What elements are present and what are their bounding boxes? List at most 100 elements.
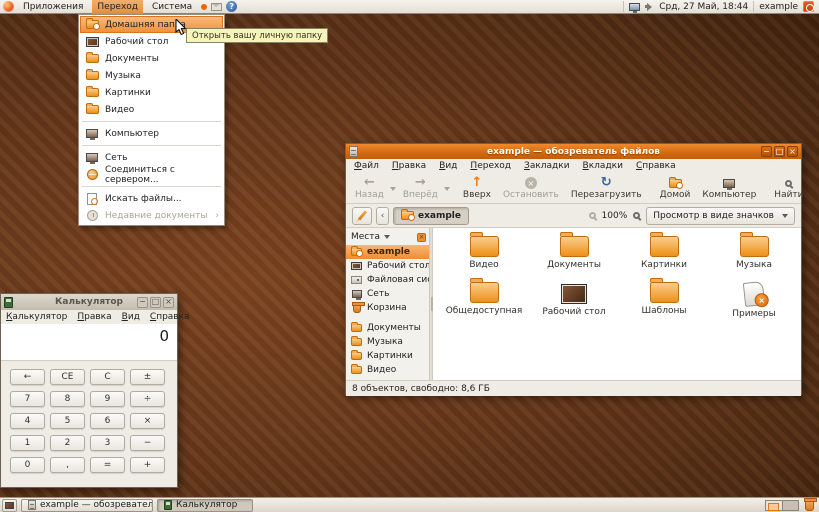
calc-7-button[interactable]: 7 [10, 391, 45, 407]
places-item-label: Картинки [105, 88, 151, 98]
menu-places[interactable]: Переход [92, 0, 143, 14]
file-manager-titlebar[interactable]: example — обозреватель файлов − □ × [346, 144, 801, 159]
calc-decimal-button[interactable]: , [50, 457, 85, 473]
calc-5-button[interactable]: 5 [50, 413, 85, 429]
menu-bookmarks[interactable]: Закладки [524, 161, 570, 171]
minimize-button[interactable]: − [137, 297, 148, 308]
up-button[interactable]: ↑ Вверх [458, 175, 496, 201]
sidebar-item-pictures[interactable]: Картинки [346, 349, 429, 363]
calc-multiply-button[interactable]: × [130, 413, 165, 429]
maximize-button[interactable]: □ [774, 146, 785, 157]
calc-4-button[interactable]: 4 [10, 413, 45, 429]
menu-edit[interactable]: Правка [392, 161, 426, 171]
calc-plusminus-button[interactable]: ± [130, 369, 165, 385]
volume-icon[interactable] [645, 2, 654, 11]
trash-applet-icon[interactable] [805, 500, 814, 511]
places-item-music[interactable]: Музыка [80, 67, 223, 84]
menu-go[interactable]: Переход [470, 161, 511, 171]
workspace-switcher[interactable] [765, 500, 799, 511]
calc-ce-button[interactable]: CE [50, 369, 85, 385]
reload-button[interactable]: ↻ Перезагрузить [566, 175, 647, 201]
calc-divide-button[interactable]: ÷ [130, 391, 165, 407]
path-button-example[interactable]: example [393, 207, 469, 225]
sidebar-item-music[interactable]: Музыка [346, 335, 429, 349]
workspace-2[interactable] [782, 501, 798, 510]
shutdown-icon[interactable] [803, 1, 814, 12]
file-item-public[interactable]: Общедоступная [439, 282, 529, 328]
calc-plus-button[interactable]: + [130, 457, 165, 473]
computer-button[interactable]: Компьютер [697, 175, 761, 201]
calc-0-button[interactable]: 0 [10, 457, 45, 473]
pane-splitter[interactable] [429, 228, 433, 380]
taskbar-window-calculator[interactable]: Калькулятор [157, 499, 253, 512]
sidebar-item-documents[interactable]: Документы [346, 321, 429, 335]
zoom-out-icon[interactable] [589, 212, 596, 219]
search-button[interactable]: Найти [769, 175, 808, 201]
menu-tabs[interactable]: Вкладки [583, 161, 623, 171]
calc-3-button[interactable]: 3 [90, 435, 125, 451]
places-item-search-files[interactable]: Искать файлы... [80, 190, 223, 207]
file-item-music[interactable]: Музыка [709, 236, 799, 282]
mail-launcher-icon[interactable] [211, 3, 222, 11]
calc-backspace-button[interactable]: ← [10, 369, 45, 385]
minimize-button[interactable]: − [761, 146, 772, 157]
file-item-pictures[interactable]: Картинки [619, 236, 709, 282]
sidebar-item-network[interactable]: Сеть [346, 287, 429, 301]
calc-8-button[interactable]: 8 [50, 391, 85, 407]
places-item-pictures[interactable]: Картинки [80, 84, 223, 101]
show-desktop-button[interactable] [2, 499, 17, 512]
home-button[interactable]: Домой [655, 175, 696, 201]
user-switcher[interactable]: example [759, 2, 798, 12]
calculator-titlebar[interactable]: Калькулятор − □ × [1, 294, 177, 310]
maximize-button[interactable]: □ [150, 297, 161, 308]
file-manager-menubar: Файл Правка Вид Переход Закладки Вкладки… [346, 159, 801, 173]
calc-minus-button[interactable]: − [130, 435, 165, 451]
firefox-launcher-icon[interactable] [201, 4, 207, 10]
menu-help[interactable]: Справка [636, 161, 676, 171]
sidebar-item-trash[interactable]: Корзина [346, 301, 429, 315]
menu-system[interactable]: Система [147, 0, 197, 14]
file-item-desktop[interactable]: Рабочий стол [529, 282, 619, 328]
path-scroll-left-button[interactable]: ‹ [376, 207, 389, 225]
help-launcher-icon[interactable]: ? [226, 1, 237, 12]
view-mode-combo[interactable]: Просмотр в виде значков [646, 207, 795, 225]
calc-equals-button[interactable]: = [90, 457, 125, 473]
sidebar-item-desktop[interactable]: Рабочий стол [346, 259, 429, 273]
menu-edit[interactable]: Правка [77, 312, 111, 322]
file-item-documents[interactable]: Документы [529, 236, 619, 282]
panel-clock[interactable]: Срд, 27 Май, 18:44 [659, 2, 748, 12]
calc-6-button[interactable]: 6 [90, 413, 125, 429]
menu-file[interactable]: Файл [354, 161, 379, 171]
sidebar-item-home[interactable]: example [346, 245, 429, 259]
file-item-templates[interactable]: Шаблоны [619, 282, 709, 328]
calc-1-button[interactable]: 1 [10, 435, 45, 451]
close-button[interactable]: × [163, 297, 174, 308]
toggle-location-entry-button[interactable] [352, 207, 372, 225]
menu-help[interactable]: Справка [150, 312, 190, 322]
places-item-computer[interactable]: Компьютер [80, 125, 223, 142]
sidebar-item-filesystem[interactable]: Файловая сист... [346, 273, 429, 287]
zoom-level[interactable]: 100% [602, 211, 628, 221]
taskbar-window-file-manager[interactable]: example — обозреватель... [21, 499, 153, 512]
calc-9-button[interactable]: 9 [90, 391, 125, 407]
places-item-connect-server[interactable]: Соединиться с сервером... [80, 166, 223, 183]
close-button[interactable]: × [787, 146, 798, 157]
ubuntu-logo-icon[interactable] [3, 1, 14, 12]
menu-applications[interactable]: Приложения [18, 0, 88, 14]
places-item-video[interactable]: Видео [80, 101, 223, 118]
menu-view[interactable]: Вид [439, 161, 457, 171]
workspace-1[interactable] [766, 501, 782, 510]
sidebar-header[interactable]: Места [351, 232, 380, 242]
calc-clear-button[interactable]: C [90, 369, 125, 385]
network-monitor-icon[interactable] [629, 3, 640, 11]
places-item-network[interactable]: Сеть [80, 149, 223, 166]
file-item-examples[interactable]: Примеры [709, 282, 799, 328]
file-item-video[interactable]: Видео [439, 236, 529, 282]
menu-calculator[interactable]: Калькулятор [6, 312, 67, 322]
menu-view[interactable]: Вид [122, 312, 140, 322]
sidebar-close-icon[interactable]: × [417, 233, 426, 242]
places-item-documents[interactable]: Документы [80, 50, 223, 67]
zoom-in-icon[interactable] [633, 212, 640, 219]
sidebar-item-video[interactable]: Видео [346, 363, 429, 377]
calc-2-button[interactable]: 2 [50, 435, 85, 451]
